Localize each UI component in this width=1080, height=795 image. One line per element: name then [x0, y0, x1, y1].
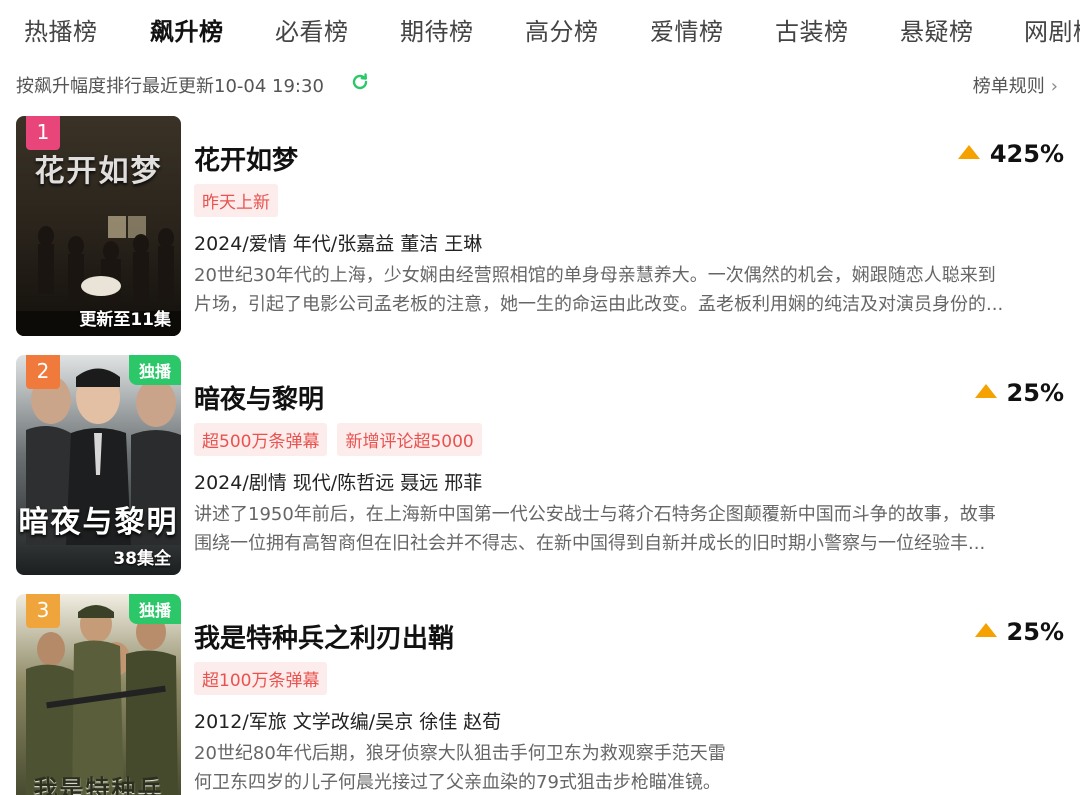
drama-description: 20世纪30年代的上海，少女娴由经营照相馆的单身母亲慧养大。一次偶然的机会，娴跟… [194, 261, 1064, 319]
tag-list: 昨天上新 [194, 184, 288, 217]
description-line: 讲述了1950年前后，在上海新中国第一代公安战士与蒋介石特务企图颠覆新中国而斗争… [194, 504, 996, 525]
drama-description: 讲述了1950年前后，在上海新中国第一代公安战士与蒋介石特务企图颠覆新中国而斗争… [194, 500, 1064, 558]
rise-value: 425% [989, 140, 1064, 168]
tab-rising[interactable]: 飙升榜 [150, 12, 224, 57]
rise-arrow-icon [957, 145, 980, 159]
tab-hot[interactable]: 热播榜 [24, 12, 98, 47]
rise-percentage: 425% [957, 140, 1064, 168]
list-item[interactable]: 2 独播 暗夜与黎明 38集全 暗夜与黎明 25% 超500万条弹幕 新增评论超5… [0, 355, 1080, 577]
tab-must-watch[interactable]: 必看榜 [275, 12, 349, 47]
sort-description: 按飙升幅度排行最近更新10-04 19:30 [16, 76, 324, 97]
rise-value: 25% [1006, 618, 1064, 646]
drama-title[interactable]: 花开如梦 [194, 140, 298, 177]
description-line: 围绕一位拥有高智商但在旧社会并不得志、在新中国得到自新并成长的旧时期小警察与一位… [194, 533, 986, 554]
poster-image[interactable]: 2 独播 暗夜与黎明 38集全 [16, 355, 181, 575]
list-item[interactable]: 3 独播 我是特种兵 我是特种兵之利刃出鞘 25% 超100万条弹幕 2012/… [0, 594, 1080, 795]
chevron-right-icon: › [1050, 76, 1058, 97]
poster-image[interactable]: 1 花开如梦 更新至11集 [16, 116, 181, 336]
rise-arrow-icon [974, 384, 997, 398]
tab-mystery[interactable]: 悬疑榜 [900, 12, 974, 47]
drama-meta: 2024/爱情 年代/张嘉益 董洁 王琳 [194, 233, 483, 255]
poster-image[interactable]: 3 独播 我是特种兵 [16, 594, 181, 795]
ranking-rules-label: 榜单规则 [972, 76, 1045, 97]
ranking-rules-link[interactable]: 榜单规则 › [973, 72, 1058, 98]
description-line: 片场，引起了电影公司孟老板的注意，她一生的命运由此改变。孟老板利用娴的纯洁及对演… [194, 294, 1004, 315]
rise-percentage: 25% [974, 618, 1064, 646]
tag: 昨天上新 [194, 184, 278, 217]
exclusive-badge: 独播 [128, 594, 181, 624]
refresh-icon[interactable] [350, 72, 370, 92]
poster-title-art: 我是特种兵 [33, 774, 164, 795]
description-line: 20世纪80年代后期，狼牙侦察大队狙击手何卫东为救观察手范天雷 [194, 743, 726, 764]
sort-info-bar: 按飙升幅度排行最近更新10-04 19:30 榜单规则 › [0, 64, 1080, 100]
tag-list: 超100万条弹幕 [194, 662, 337, 695]
list-item[interactable]: 1 花开如梦 更新至11集 花开如梦 425% 昨天上新 2024/爱情 年代/… [0, 116, 1080, 338]
tag: 新增评论超5000 [337, 423, 482, 456]
drama-meta: 2024/剧情 现代/陈哲远 聂远 邢菲 [194, 472, 483, 494]
description-line: 何卫东四岁的儿子何晨光接过了父亲血染的79式狙击步枪瞄准镜。 [194, 772, 721, 793]
description-line: 20世纪30年代的上海，少女娴由经营照相馆的单身母亲慧养大。一次偶然的机会，娴跟… [194, 265, 996, 286]
tab-romance[interactable]: 爱情榜 [650, 12, 724, 47]
tab-rising-label: 飙升榜 [150, 18, 224, 46]
tag: 超100万条弹幕 [194, 662, 328, 695]
poster-title-art: 花开如梦 [34, 154, 163, 189]
rank-badge: 3 [26, 594, 60, 628]
episode-label: 38集全 [113, 549, 171, 569]
drama-title[interactable]: 我是特种兵之利刃出鞘 [194, 618, 454, 655]
tag-list: 超500万条弹幕 新增评论超5000 [194, 423, 492, 456]
ranking-tab-bar: 热播榜 飙升榜 必看榜 期待榜 高分榜 爱情榜 古装榜 悬疑榜 网剧榜 [0, 0, 1080, 58]
rise-percentage: 25% [974, 379, 1064, 407]
tab-web-drama[interactable]: 网剧榜 [1024, 12, 1080, 47]
tab-high-score[interactable]: 高分榜 [525, 12, 599, 47]
exclusive-badge: 独播 [128, 355, 181, 385]
tab-costume[interactable]: 古装榜 [775, 12, 849, 47]
rank-badge: 2 [26, 355, 60, 389]
rise-arrow-icon [974, 623, 997, 637]
episode-label: 更新至11集 [79, 310, 171, 330]
poster-title-art: 暗夜与黎明 [18, 505, 179, 540]
rise-value: 25% [1006, 379, 1064, 407]
drama-description: 20世纪80年代后期，狼牙侦察大队狙击手何卫东为救观察手范天雷 何卫东四岁的儿子… [194, 739, 1064, 795]
drama-meta: 2012/军旅 文学改编/吴京 徐佳 赵荀 [194, 711, 502, 733]
tag: 超500万条弹幕 [194, 423, 328, 456]
drama-title[interactable]: 暗夜与黎明 [194, 379, 324, 416]
tab-anticipated[interactable]: 期待榜 [400, 12, 474, 47]
tab-active-indicator [153, 48, 221, 57]
rank-badge: 1 [26, 116, 60, 150]
